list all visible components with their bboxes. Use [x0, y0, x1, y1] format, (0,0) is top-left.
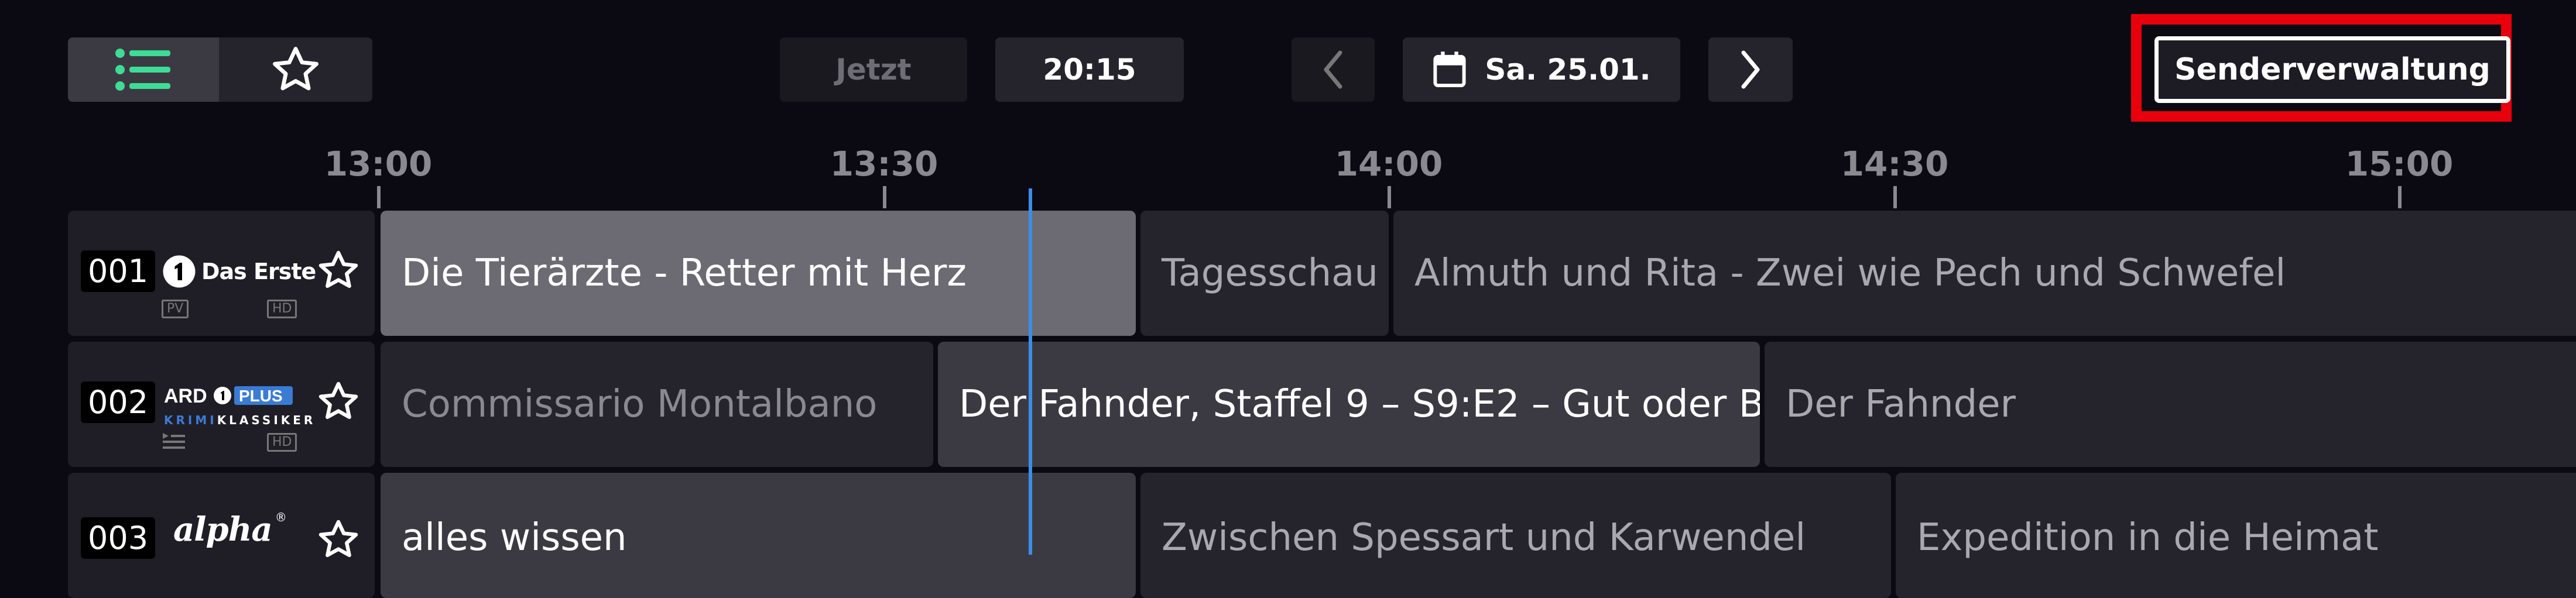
- program-tile[interactable]: alles wissen: [381, 473, 1136, 598]
- program-title: Commissario Montalbano: [402, 383, 878, 426]
- time-tick-label: 13:30: [830, 144, 938, 184]
- previous-day-button[interactable]: [1292, 37, 1375, 102]
- channel-cell-002[interactable]: 002 ARD PLUS KRIMIKLASSIKER HD: [68, 342, 375, 467]
- das-erste-circle-icon: [163, 255, 196, 288]
- now-button[interactable]: Jetzt: [780, 37, 967, 102]
- svg-text:ARD: ARD: [164, 385, 207, 407]
- time-tick-label: 13:00: [324, 144, 433, 184]
- program-title: alles wissen: [402, 516, 627, 559]
- program-tile[interactable]: Der Fahnder, Staffel 9 – S9:E2 – Gut ode…: [938, 342, 1760, 467]
- list-view-button[interactable]: [68, 37, 219, 102]
- ard-plus-logo-icon: ARD PLUS: [164, 385, 293, 407]
- program-tile[interactable]: Zwischen Spessart und Karwendel: [1140, 473, 1891, 598]
- time-tick-mark: [1893, 186, 1897, 208]
- program-title: Die Tierärzte - Retter mit Herz: [402, 252, 967, 295]
- favorite-star-icon[interactable]: [316, 379, 361, 424]
- time-tick-mark: [377, 186, 381, 208]
- time-tick-label: 14:30: [1840, 144, 1949, 184]
- svg-text:PLUS: PLUS: [239, 387, 283, 405]
- time-tick-mark: [2398, 186, 2402, 208]
- channel-logo-text: alpha: [173, 510, 273, 549]
- time-tick-label: 14:00: [1334, 144, 1443, 184]
- channel-number: 001: [81, 250, 156, 293]
- channel-cell-003[interactable]: 003 alpha ®: [68, 473, 375, 598]
- program-tile[interactable]: Die Tierärzte - Retter mit Herz: [381, 211, 1136, 336]
- favorite-star-icon[interactable]: [316, 517, 361, 562]
- program-title: Der Fahnder, Staffel 9 – S9:E2 – Gut ode…: [959, 383, 1760, 426]
- channel-number: 003: [81, 517, 156, 559]
- program-title: Almuth und Rita - Zwei wie Pech und Schw…: [1414, 252, 2286, 295]
- chevron-right-icon: [1741, 50, 1760, 89]
- channel-cell-001[interactable]: 001 Das Erste PV HD: [68, 211, 375, 336]
- calendar-icon: [1433, 51, 1466, 88]
- program-tile[interactable]: Commissario Montalbano: [381, 342, 933, 467]
- channel-logo-text: Das Erste: [201, 259, 316, 284]
- program-title: Zwischen Spessart und Karwendel: [1162, 516, 1806, 559]
- krimi-klassiker-text: KRIMIKLASSIKER: [164, 413, 316, 427]
- time-tick-mark: [883, 186, 886, 208]
- channel-number: 002: [81, 382, 156, 424]
- favorite-star-icon[interactable]: [316, 248, 361, 293]
- now-label: Jetzt: [835, 53, 912, 87]
- program-tile[interactable]: Der Fahnder: [1765, 342, 2576, 467]
- registered-mark-icon: ®: [275, 510, 287, 524]
- time-tick-mark: [1388, 186, 1391, 208]
- pv-badge: PV: [162, 300, 189, 318]
- channel-management-label: Senderverwaltung: [2174, 52, 2491, 87]
- primetime-button[interactable]: 20:15: [995, 37, 1184, 102]
- program-title: Der Fahnder: [1786, 383, 2016, 426]
- ard-plus-logo: ARD PLUS KRIMIKLASSIKER: [164, 383, 316, 427]
- primetime-label: 20:15: [1043, 53, 1136, 87]
- date-picker-button[interactable]: Sa. 25.01.: [1403, 37, 1680, 102]
- program-tile[interactable]: Almuth und Rita - Zwei wie Pech und Schw…: [1393, 211, 2576, 336]
- list-icon: [115, 49, 170, 91]
- hd-badge: HD: [267, 300, 297, 318]
- playlist-icon: [163, 433, 185, 449]
- program-title: Expedition in die Heimat: [1917, 516, 2379, 559]
- program-tile[interactable]: Tagesschau: [1140, 211, 1389, 336]
- program-tile[interactable]: Expedition in die Heimat: [1896, 473, 2576, 598]
- channel-management-button[interactable]: Senderverwaltung: [2154, 36, 2510, 103]
- date-label: Sa. 25.01.: [1485, 53, 1651, 87]
- das-erste-logo: Das Erste: [162, 254, 316, 289]
- next-day-button[interactable]: [1708, 37, 1793, 102]
- current-time-indicator: [1029, 188, 1032, 555]
- hd-badge: HD: [267, 433, 297, 452]
- program-title: Tagesschau: [1162, 252, 1378, 295]
- alpha-logo: alpha ®: [173, 510, 287, 549]
- favorites-view-button[interactable]: [219, 37, 372, 102]
- chevron-left-icon: [1324, 50, 1342, 89]
- star-icon: [273, 47, 318, 91]
- time-tick-label: 15:00: [2345, 144, 2454, 184]
